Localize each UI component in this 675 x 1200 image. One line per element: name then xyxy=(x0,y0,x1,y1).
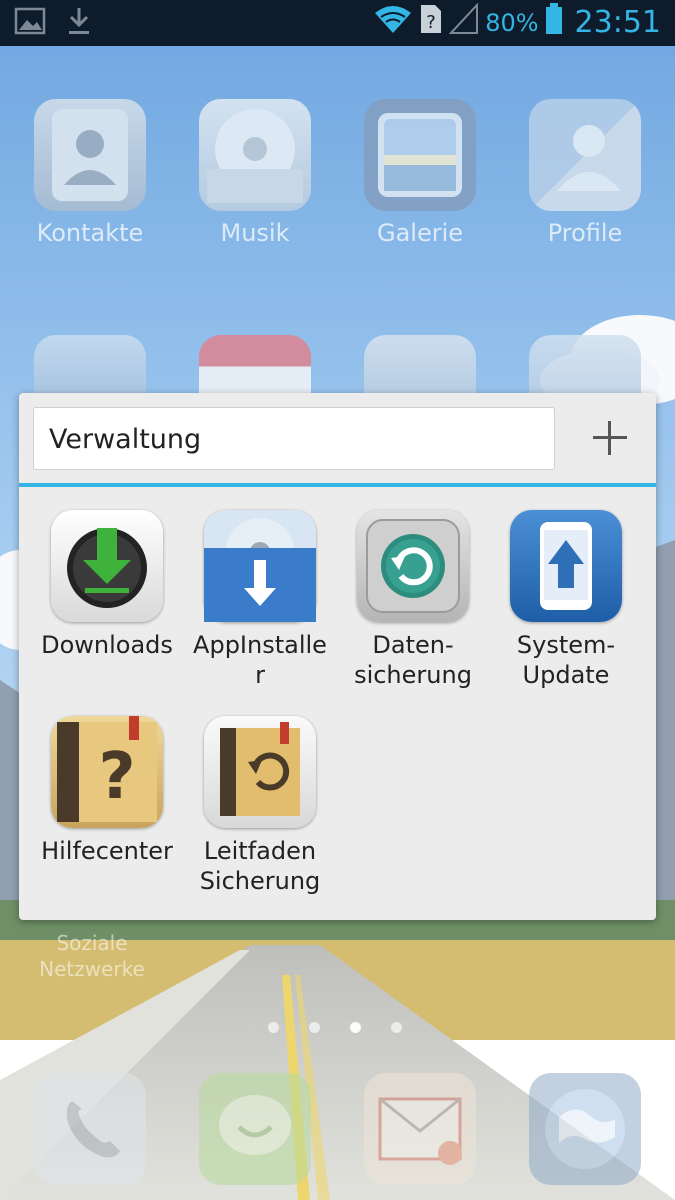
battery-icon xyxy=(545,3,563,42)
signal-icon xyxy=(448,2,479,42)
app-label: Leitfaden Sicherung xyxy=(199,837,321,895)
svg-text:?: ? xyxy=(426,12,436,33)
folder-name-input[interactable]: Verwaltung xyxy=(33,407,555,470)
app-installer-icon xyxy=(204,510,316,622)
folder-app-system-update[interactable]: System- Update xyxy=(491,510,641,690)
plus-icon xyxy=(593,421,627,455)
clock: 23:51 xyxy=(574,5,661,40)
folder-app-appinstaller[interactable]: AppInstalle r xyxy=(185,510,335,690)
svg-text:?: ? xyxy=(98,740,135,814)
app-label: Downloads xyxy=(41,631,173,659)
app-label: System- Update xyxy=(516,631,616,689)
folder-divider xyxy=(19,483,656,487)
status-bar: ? 80% 23:51 xyxy=(0,0,675,46)
app-label: Hilfecenter xyxy=(41,837,173,865)
image-icon xyxy=(14,7,46,39)
help-center-icon: ? xyxy=(51,716,163,828)
app-label: Daten- sicherung xyxy=(354,631,472,689)
add-to-folder-button[interactable] xyxy=(585,413,635,463)
battery-percent: 80% xyxy=(485,8,539,37)
wifi-icon xyxy=(373,3,413,42)
no-sim-icon: ? xyxy=(419,3,443,42)
folder-app-hilfecenter[interactable]: ? Hilfecenter xyxy=(32,716,182,866)
folder-popup: Verwaltung Downloads AppInstalle r Daten… xyxy=(19,393,656,920)
download-icon xyxy=(66,6,92,40)
system-update-icon xyxy=(510,510,622,622)
downloads-icon xyxy=(51,510,163,622)
app-label: AppInstalle r xyxy=(193,631,327,689)
backup-guide-icon xyxy=(204,716,316,828)
folder-app-downloads[interactable]: Downloads xyxy=(32,510,182,660)
folder-app-leitfaden-sicherung[interactable]: Leitfaden Sicherung xyxy=(185,716,335,896)
backup-icon xyxy=(357,510,469,622)
folder-app-datensicherung[interactable]: Daten- sicherung xyxy=(338,510,488,690)
